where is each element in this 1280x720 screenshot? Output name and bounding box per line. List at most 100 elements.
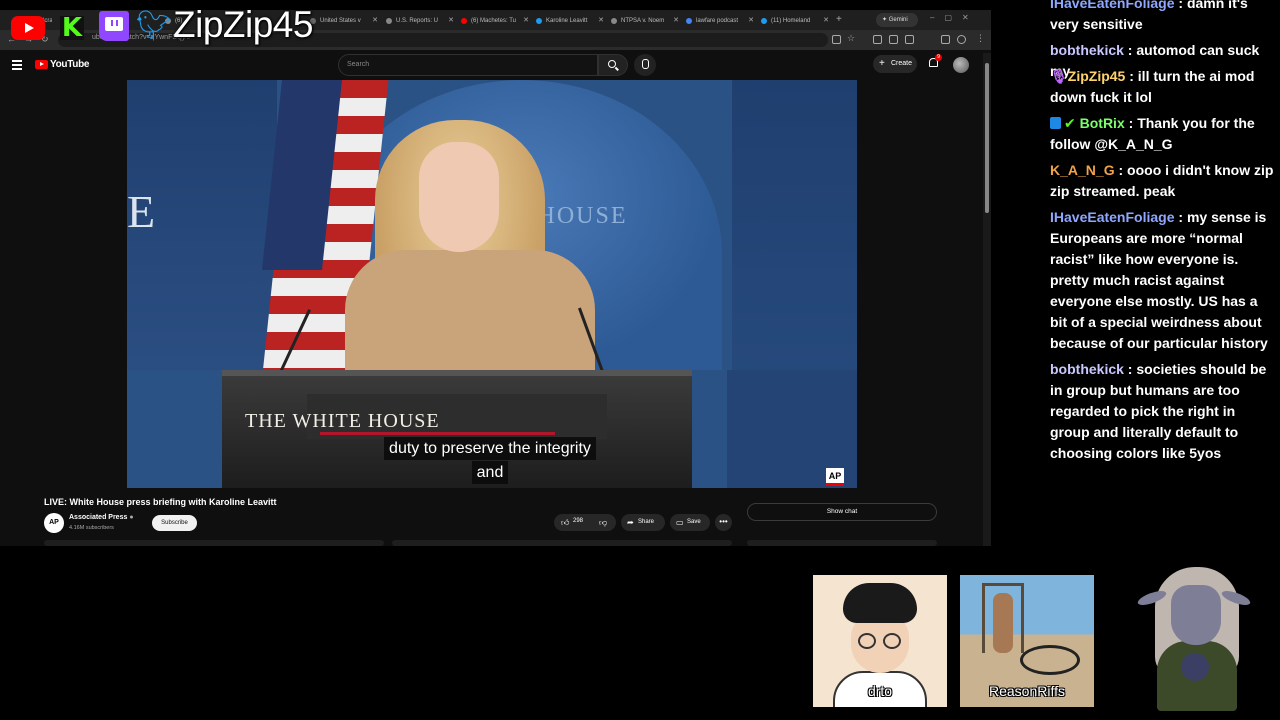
save-button[interactable]: ▭ Save [670,514,710,531]
close-tab-icon[interactable]: ✕ [823,13,829,29]
caption-line: duty to preserve the integrity [384,437,596,460]
streamer-name: ZipZip45 [173,4,313,45]
close-tab-icon[interactable]: ✕ [523,13,529,29]
ap-watermark-icon: AP [826,468,844,486]
extension-icon[interactable] [873,35,882,44]
youtube-logo-icon[interactable] [35,60,48,69]
chat-username[interactable]: BotRix [1080,115,1125,131]
share-button[interactable]: ➦ Share [621,514,665,531]
backdrop-right-panel [732,80,857,370]
show-chat-button[interactable]: Show chat [747,503,937,521]
comments-peek [392,540,732,546]
chat-username[interactable]: bobthekick [1050,42,1124,58]
create-button[interactable]: + Create [873,55,917,73]
tab-favicon [761,18,767,24]
stream-chat: IHaveEatenFoliage : damn it's very sensi… [1042,0,1280,470]
chat-username[interactable]: bobthekick [1050,361,1124,377]
tab-favicon [686,18,692,24]
stream-overlay: K 🐦︎ ZipZip45 [0,0,340,45]
browser-tab[interactable]: NTPSA v. Noem ✕ [611,13,679,29]
browser-tab[interactable]: (6) Machetes: Tu ✕ [461,13,529,29]
thumbs-down-icon[interactable]: 👎︎ [599,518,607,528]
tab-label: (6) Machetes: Tu [471,18,517,24]
profile-icon[interactable] [957,35,966,44]
channel-name-text: Associated Press [69,514,128,521]
thumbs-up-icon[interactable]: 👍︎ [561,518,569,528]
close-tab-icon[interactable]: ✕ [598,13,604,29]
create-label: Create [891,60,913,67]
search-button[interactable] [598,54,628,76]
webcam-label: drto [867,683,893,699]
gemini-label: Gemini [888,17,908,23]
podium-red-line [320,432,555,435]
chat-message: IHaveEatenFoliage : damn it's very sensi… [1050,0,1278,35]
stream-screen: Ucrane (6) U United States v✕ U.S. Repor… [0,0,1280,720]
voice-search-icon[interactable] [634,54,656,76]
page-scrollbar[interactable] [983,53,991,546]
webcam-reasonriffs: ReasonRiffs [960,575,1094,707]
subscriber-count: 4.16M subscribers [69,525,114,531]
closed-caption: duty to preserve the integrity and [370,437,610,485]
save-label: Save [687,519,701,525]
webcam-drto: drto [813,575,947,707]
chat-message: K_A_N_G : oooo i didn't know zip zip str… [1050,162,1274,199]
gemini-button[interactable]: ✦ Gemini [876,13,918,27]
youtube-logo-text[interactable]: YouTube [50,59,90,70]
close-tab-icon[interactable]: ✕ [448,13,454,29]
close-tab-icon[interactable]: ✕ [372,13,378,29]
menu-icon[interactable] [12,60,22,72]
chat-username[interactable]: K_A_N_G [1050,162,1115,178]
avatar-hair [843,583,917,623]
browser-tab[interactable]: Karoline Leavitt ✕ [536,13,604,29]
elf-face [1171,585,1221,645]
save-icon: ▭ [676,518,684,527]
browser-tab[interactable]: lawfare podcast ✕ [686,13,754,29]
tab-label: Karoline Leavitt [546,18,588,24]
tab-favicon [461,18,467,24]
tab-favicon [386,18,392,24]
tab-label: NTPSA v. Noem [621,18,665,24]
chat-username[interactable]: IHaveEatenFoliage [1050,209,1175,225]
subscribe-button[interactable]: Subscribe [152,515,197,531]
channel-avatar[interactable]: AP [44,513,64,533]
browser-window: Ucrane (6) U United States v✕ U.S. Repor… [0,10,991,546]
notification-badge: 9 [935,54,942,61]
sidebar-icon[interactable] [905,35,914,44]
video-player[interactable]: E THE WHITE HOUSE THE WHITE HOUSE duty t… [127,80,857,488]
account-avatar[interactable] [953,57,969,73]
glasses-lens [883,633,901,649]
browser-tab[interactable]: U.S. Reports: U ✕ [386,13,454,29]
video-title: LIVE: White House press briefing with Ka… [44,497,277,507]
chat-message: ✔ BotRix : Thank you for the follow @K_A… [1050,115,1255,152]
webcam-label: ReasonRiffs [988,683,1065,699]
download-icon[interactable] [941,35,950,44]
menu-dots-icon[interactable]: ⋮ [976,33,985,44]
tab-label: (11) Homeland [771,18,811,24]
youtube-header: YouTube Search + Create 9 [0,53,991,79]
search-icon [608,60,616,68]
scrollbar-thumb[interactable] [985,63,989,213]
close-tab-icon[interactable]: ✕ [748,13,754,29]
cast-icon[interactable] [832,35,841,44]
bookmark-star-icon[interactable]: ☆ [847,33,855,44]
bot-badge-icon [1050,117,1061,129]
browser-tab[interactable]: (11) Homeland ✕ [761,13,829,29]
elf-amulet [1181,653,1209,681]
channel-name[interactable]: Associated Press ● [69,514,134,521]
puzzle-icon[interactable] [889,35,898,44]
search-placeholder: Search [347,61,370,68]
chat-message: bobthekick : societies should be in grou… [1050,361,1267,461]
twitter-icon: 🐦︎ [136,9,172,40]
new-tab-icon[interactable]: + [836,13,842,27]
kick-icon: K [60,13,84,43]
caption-line: and [471,461,509,484]
search-input[interactable]: Search [338,54,598,76]
window-controls[interactable]: –▢✕ [930,13,979,22]
verified-badge-icon: ✔ [1064,115,1076,131]
share-icon: ➦ [627,518,634,527]
close-tab-icon[interactable]: ✕ [673,13,679,29]
tab-label: U.S. Reports: U [396,18,439,24]
more-actions-icon[interactable]: ••• [715,514,732,531]
chat-username[interactable]: IHaveEatenFoliage [1050,0,1175,11]
chat-username[interactable]: ZipZip45 [1068,68,1126,84]
